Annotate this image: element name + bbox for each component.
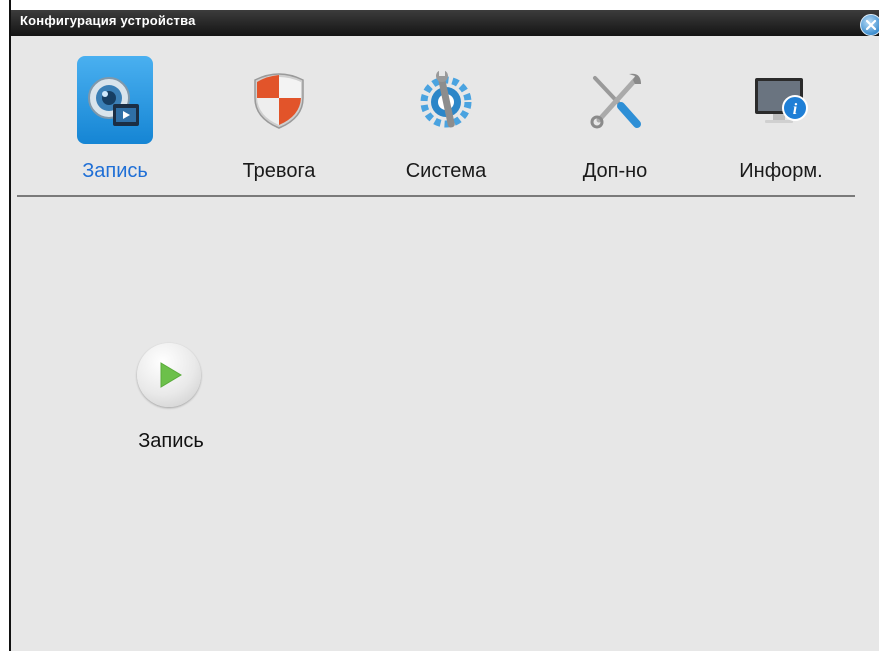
tools-icon: [590, 73, 641, 129]
tab-alarm-icon-box: [241, 56, 317, 144]
tab-info-icon-box: i: [743, 56, 819, 144]
title-bar: Конфигурация устройства: [11, 10, 879, 36]
left-window-edge: [0, 0, 11, 651]
tab-record[interactable]: Запись: [50, 48, 180, 188]
record-play-button[interactable]: [137, 343, 201, 407]
tab-record-icon-box: [77, 56, 153, 144]
tab-system[interactable]: Система: [381, 48, 511, 188]
tab-system-label: Система: [405, 160, 487, 182]
category-tabs: Запись Тревога Система Доп-но i Информ.: [11, 48, 879, 188]
tab-alarm[interactable]: Тревога: [214, 48, 344, 188]
close-button[interactable]: [860, 14, 879, 36]
window-title: Конфигурация устройства: [20, 13, 196, 28]
tab-info[interactable]: i Информ.: [716, 48, 846, 188]
system-gear-wrench-icon: [420, 70, 472, 128]
tab-advanced-icon-box: [577, 56, 653, 144]
tab-alarm-label: Тревога: [242, 160, 316, 182]
tab-system-icon-box: [408, 56, 484, 144]
svg-text:i: i: [793, 101, 798, 118]
tab-record-label: Запись: [82, 160, 148, 182]
play-icon: [160, 362, 182, 388]
tab-advanced-label: Доп-но: [582, 160, 648, 182]
alarm-shield-icon: [254, 73, 304, 129]
tabs-divider: [17, 195, 855, 197]
tab-info-label: Информ.: [739, 160, 823, 182]
record-item-label: Запись: [138, 430, 204, 452]
close-icon: [866, 20, 876, 30]
record-item[interactable]: Запись: [121, 343, 221, 463]
record-camera-icon: [88, 77, 139, 126]
info-monitor-icon: i: [755, 78, 808, 123]
device-config-window: Конфигурация устройства Запись Тревога С…: [11, 10, 879, 651]
tab-advanced[interactable]: Доп-но: [550, 48, 680, 188]
